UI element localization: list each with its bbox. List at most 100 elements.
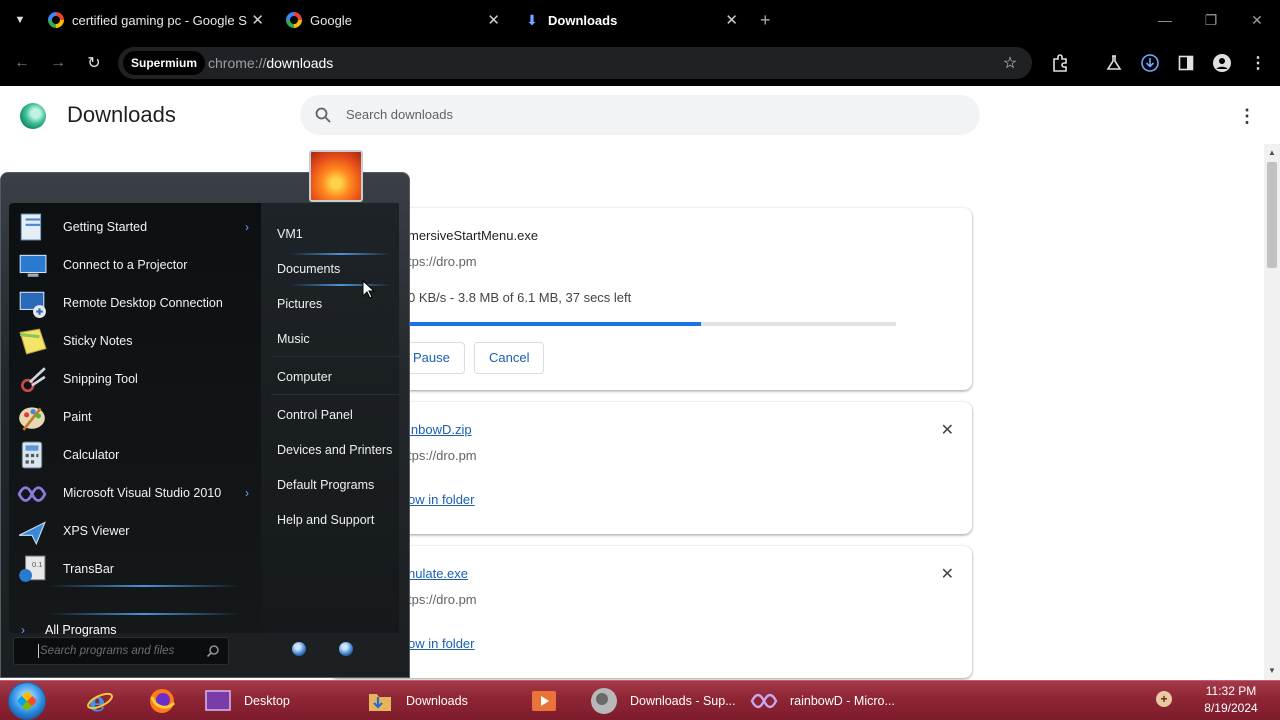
download-progress-bar — [408, 322, 896, 326]
profile-avatar-icon[interactable] — [1210, 51, 1234, 75]
page-title: Downloads — [67, 102, 176, 127]
program-item-transbar[interactable]: 0.1 TransBar — [17, 551, 261, 587]
download-filename-link[interactable]: nulate.exe — [408, 566, 468, 581]
tab-label: Downloads — [548, 12, 618, 28]
tab-search-chevron-icon[interactable]: ▼ — [8, 8, 32, 32]
program-item-paint[interactable]: Paint — [17, 399, 261, 435]
program-item-microsoft-visual-studio-2010[interactable]: Microsoft Visual Studio 2010 › — [17, 475, 261, 511]
start-button[interactable] — [8, 682, 46, 720]
place-item-documents[interactable]: Documents — [277, 262, 340, 276]
place-item-control-panel[interactable]: Control Panel — [277, 408, 353, 422]
page-scrollbar[interactable]: ▲ ▼ — [1264, 144, 1280, 680]
taskbar-visual-studio[interactable]: rainbowD - Micro... — [750, 685, 895, 717]
scroll-up-icon[interactable]: ▲ — [1268, 148, 1276, 157]
taskbar-media-player[interactable] — [530, 685, 570, 717]
site-chip[interactable]: Supermium — [123, 51, 206, 75]
scroll-down-icon[interactable]: ▼ — [1268, 666, 1276, 675]
show-in-folder-link[interactable]: ow in folder — [408, 636, 474, 651]
calculator-icon — [21, 441, 43, 469]
remove-download-close-icon[interactable]: ✕ — [941, 564, 954, 584]
submenu-arrow-icon[interactable]: › — [245, 486, 249, 500]
downloads-logo-icon — [20, 103, 46, 129]
divider — [49, 613, 239, 615]
tray-notification-icon[interactable]: + — [1156, 691, 1172, 707]
new-tab-button[interactable]: + — [760, 0, 780, 40]
close-tab-icon[interactable]: ✕ — [725, 11, 738, 29]
place-item-help-and-support[interactable]: Help and Support — [277, 513, 374, 527]
program-label: Calculator — [63, 448, 120, 462]
taskbar-desktop[interactable]: Desktop — [204, 685, 290, 717]
program-item-calculator[interactable]: Calculator — [17, 437, 261, 473]
close-window-icon[interactable]: ✕ — [1234, 0, 1280, 40]
visual-studio-icon — [17, 486, 47, 502]
download-filename-link[interactable]: inbowD.zip — [408, 422, 472, 437]
taskbar-clock[interactable]: 11:32 PM 8/19/2024 — [1196, 683, 1266, 717]
address-bar[interactable]: Supermium chrome://downloads ☆ — [118, 47, 1032, 79]
shutdown-icon[interactable] — [292, 642, 306, 656]
downloads-toolbar-icon[interactable] — [1138, 51, 1162, 75]
tab-strip: ▼ certified gaming pc - Google S ✕ Googl… — [0, 0, 1280, 40]
program-item-sticky-notes[interactable]: Sticky Notes — [17, 323, 261, 359]
divider — [271, 394, 399, 395]
side-panel-icon[interactable] — [1174, 51, 1198, 75]
page-more-icon[interactable]: ⋮ — [1238, 106, 1256, 126]
show-in-folder-link[interactable]: ow in folder — [408, 492, 474, 507]
xps-viewer-icon — [18, 521, 46, 546]
forward-arrow-icon[interactable]: → — [46, 51, 70, 75]
cancel-button[interactable]: Cancel — [474, 342, 545, 374]
place-item-music[interactable]: Music — [277, 332, 310, 346]
download-source-url[interactable]: tps://dro.pm — [408, 448, 477, 463]
extensions-icon[interactable] — [1048, 51, 1072, 75]
transbar-icon: 0.1 — [19, 555, 46, 582]
submenu-arrow-icon[interactable]: › — [245, 220, 249, 234]
program-item-getting-started[interactable]: Getting Started › — [17, 209, 261, 245]
place-item-computer[interactable]: Computer — [277, 370, 332, 384]
sticky-notes-icon — [19, 328, 47, 355]
tab-downloads[interactable]: ⬇ Downloads ✕ — [524, 0, 738, 40]
close-tab-icon[interactable]: ✕ — [251, 11, 264, 29]
shutdown-options-icon[interactable] — [339, 642, 353, 656]
reload-icon[interactable]: ↻ — [82, 51, 106, 75]
taskbar-item-label: rainbowD - Micro... — [790, 694, 895, 708]
taskbar-internet-explorer[interactable]: e — [86, 685, 126, 717]
tab-certified-gaming-pc[interactable]: certified gaming pc - Google S ✕ — [48, 0, 264, 40]
firefox-icon — [150, 689, 176, 713]
place-item-pictures[interactable]: Pictures — [277, 297, 322, 311]
user-picture-avatar[interactable] — [309, 150, 363, 202]
program-label: Sticky Notes — [63, 334, 133, 348]
program-item-remote-desktop-connection[interactable]: Remote Desktop Connection — [17, 285, 261, 321]
back-arrow-icon[interactable]: ← — [10, 51, 34, 75]
taskbar-firefox[interactable] — [148, 685, 188, 717]
internet-explorer-icon: e — [87, 688, 113, 715]
close-tab-icon[interactable]: ✕ — [487, 11, 500, 29]
tab-label: Google — [310, 12, 352, 28]
place-item-vm1[interactable]: VM1 — [277, 227, 303, 241]
divider — [271, 356, 399, 357]
program-item-xps-viewer[interactable]: XPS Viewer — [17, 513, 261, 549]
labs-flask-icon[interactable] — [1102, 51, 1126, 75]
place-item-default-programs[interactable]: Default Programs — [277, 478, 374, 492]
browser-menu-icon[interactable]: ⋮ — [1246, 51, 1270, 75]
minimize-icon[interactable]: — — [1142, 0, 1188, 40]
download-item: mersiveStartMenu.exe tps://dro.pm 0 KB/s… — [330, 208, 972, 390]
remove-download-close-icon[interactable]: ✕ — [941, 420, 954, 440]
start-search-input[interactable]: Search programs and files — [13, 637, 229, 665]
media-player-icon — [532, 691, 556, 711]
program-label: Connect to a Projector — [63, 258, 188, 272]
taskbar-supermium[interactable]: Downloads - Sup... — [590, 685, 736, 717]
program-item-snipping-tool[interactable]: Snipping Tool — [17, 361, 261, 397]
scroll-thumb[interactable] — [1267, 162, 1277, 268]
download-source-url[interactable]: tps://dro.pm — [408, 592, 477, 607]
search-downloads-input[interactable]: Search downloads — [300, 95, 980, 135]
url-text[interactable]: chrome://downloads — [208, 47, 333, 79]
place-item-devices-and-printers[interactable]: Devices and Printers — [277, 443, 392, 457]
tab-google[interactable]: Google ✕ — [286, 0, 500, 40]
all-programs-button[interactable]: › All Programs — [21, 623, 117, 637]
search-icon[interactable] — [206, 644, 220, 658]
download-progress-fill — [408, 322, 701, 326]
taskbar-downloads-folder[interactable]: Downloads — [366, 685, 468, 717]
bookmark-star-icon[interactable]: ☆ — [998, 51, 1022, 75]
restore-icon[interactable]: ❐ — [1188, 0, 1234, 40]
download-source-url[interactable]: tps://dro.pm — [408, 254, 477, 269]
program-item-connect-to-a-projector[interactable]: Connect to a Projector — [17, 247, 261, 283]
